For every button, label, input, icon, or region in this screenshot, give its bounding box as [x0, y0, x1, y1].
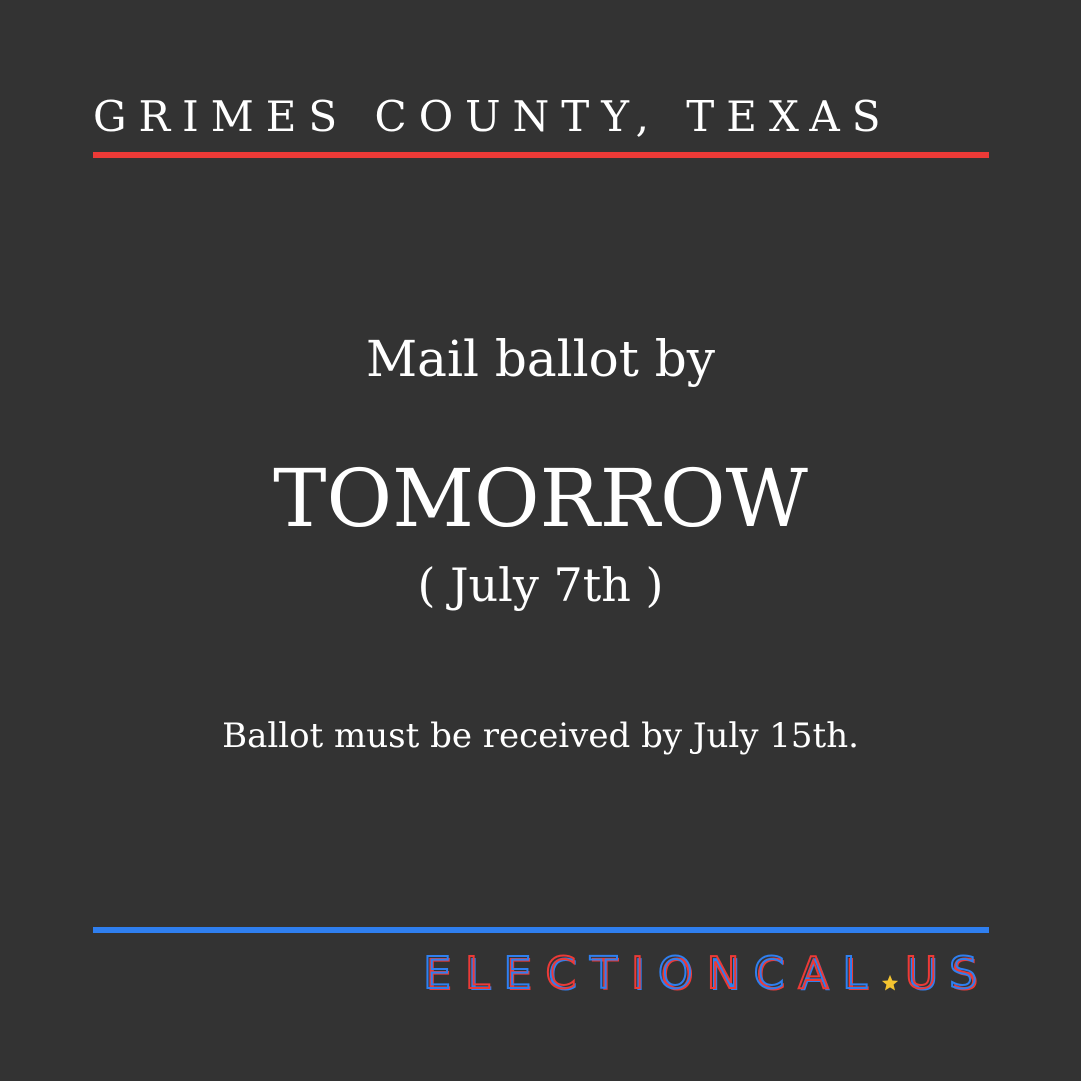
top-divider — [93, 152, 989, 158]
headline: Mail ballot by — [365, 330, 716, 388]
logo-letter: E — [503, 948, 546, 999]
logo-letter: I — [630, 948, 658, 999]
electioncal-logo: ELECTIONCAL US — [422, 948, 989, 999]
logo-text-main: ELECTIONCAL — [422, 948, 881, 999]
deadline-text: TOMORROW — [273, 452, 808, 545]
logo-letter: C — [752, 948, 799, 999]
logo-letter: U — [904, 948, 950, 999]
logo-text-suffix: US — [904, 948, 989, 999]
logo-letter: A — [797, 948, 843, 999]
logo-letter: T — [589, 948, 631, 999]
receipt-note: Ballot must be received by July 15th. — [222, 716, 859, 756]
logo-letter: N — [706, 948, 754, 999]
logo-letter: O — [657, 948, 707, 999]
announcement-card: GRIMES COUNTY, TEXAS Mail ballot by TOMO… — [0, 0, 1081, 1081]
star-icon — [881, 974, 898, 991]
deadline-date: ( July 7th ) — [417, 558, 664, 612]
logo-letter: S — [948, 948, 989, 999]
logo-letter: E — [422, 948, 465, 999]
bottom-divider — [93, 927, 989, 933]
region-title: GRIMES COUNTY, TEXAS — [93, 92, 893, 141]
logo-letter: L — [841, 948, 881, 999]
logo-letter: L — [464, 948, 504, 999]
logo-letter: C — [544, 948, 591, 999]
